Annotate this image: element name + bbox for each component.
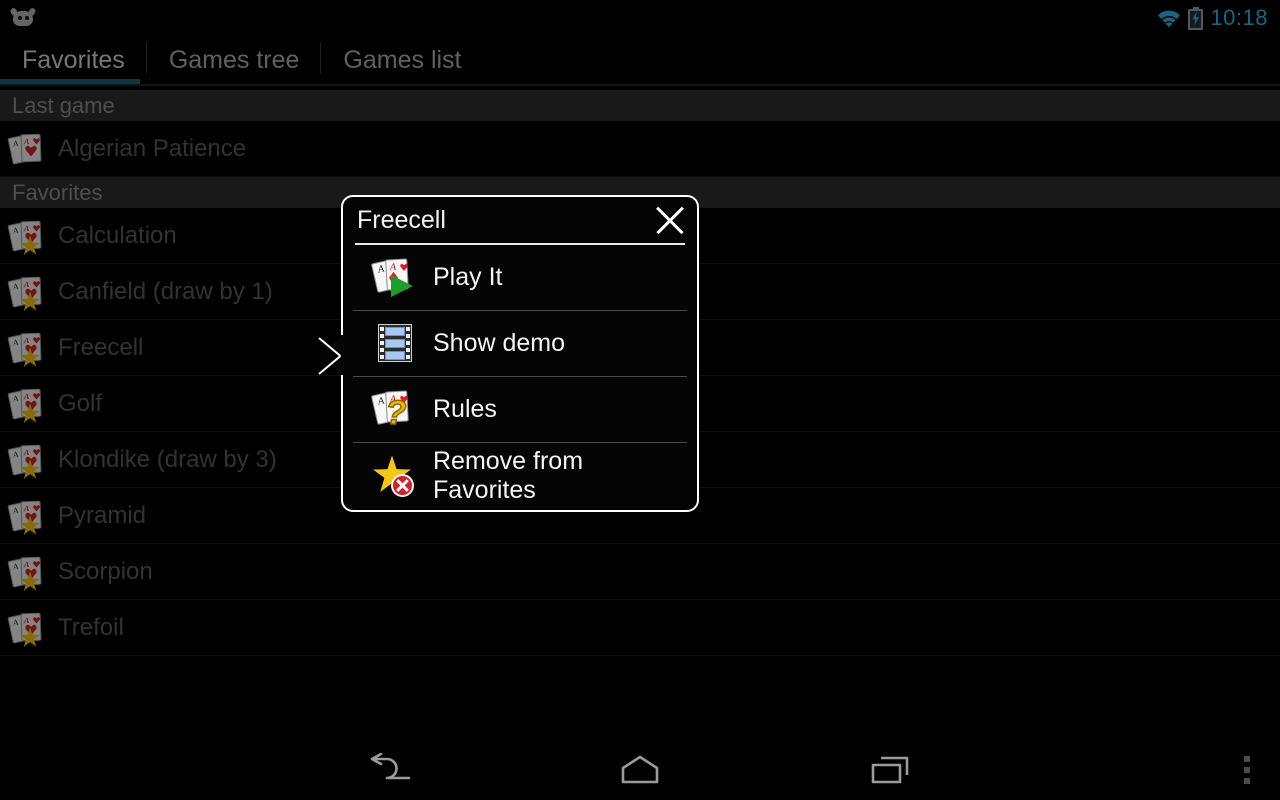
- section-header-last-game: Last game: [0, 90, 1280, 121]
- home-icon[interactable]: [580, 740, 700, 800]
- list-item-label: Scorpion: [58, 557, 153, 585]
- tab-games-tree[interactable]: Games tree: [147, 36, 322, 84]
- android-robot-icon: [9, 7, 37, 29]
- list-item-label: Algerian Patience: [58, 134, 247, 162]
- cards-play-icon: AA: [370, 253, 419, 301]
- menu-item-label: Play It: [433, 262, 503, 291]
- cards-star-icon: AA: [7, 440, 48, 480]
- tab-bar-baseline: [0, 84, 1280, 86]
- tab-games-list-label: Games list: [343, 45, 462, 74]
- battery-charging-icon: [1188, 6, 1204, 30]
- dialog-pointer: [318, 335, 343, 375]
- menu-item-label: Remove from Favorites: [433, 446, 584, 504]
- menu-item-show-demo[interactable]: Show demo: [353, 311, 687, 377]
- close-icon[interactable]: [653, 203, 687, 237]
- navigation-bar: [0, 740, 1280, 800]
- wifi-icon: [1157, 9, 1181, 28]
- list-item-label: Trefoil: [58, 613, 124, 641]
- tab-favorites-label: Favorites: [22, 45, 125, 74]
- list-item[interactable]: AA Trefoil: [0, 600, 1280, 656]
- tab-bar: Favorites Games tree Games list: [0, 36, 1280, 84]
- dialog-pointer-seam: [341, 335, 345, 375]
- list-item[interactable]: AA Algerian Patience: [0, 121, 1280, 177]
- cards-star-icon: AA: [7, 552, 48, 592]
- status-bar-clock: 10:18: [1210, 5, 1268, 30]
- list-item[interactable]: AA Scorpion: [0, 544, 1280, 600]
- list-item-label: Freecell: [58, 333, 144, 361]
- overflow-menu-icon[interactable]: [1244, 756, 1250, 784]
- menu-item-remove-from-favorites[interactable]: Remove from Favorites: [353, 443, 687, 509]
- section-header-label: Last game: [12, 92, 115, 118]
- star-remove-icon: [371, 452, 419, 500]
- cards-star-icon: AA: [7, 328, 48, 368]
- film-strip-icon: [371, 319, 419, 367]
- recents-icon[interactable]: [830, 740, 950, 800]
- game-options-dialog: Freecell AA Play It Show demo A A ? Rule…: [318, 195, 699, 512]
- tab-favorites[interactable]: Favorites: [0, 36, 147, 84]
- cards-question-icon: AA ?: [370, 385, 419, 433]
- list-item-label: Canfield (draw by 1): [58, 277, 273, 305]
- dialog-title: Freecell: [357, 205, 446, 234]
- cards-star-icon: AA: [7, 496, 48, 536]
- menu-item-rules[interactable]: AA ? Rules: [353, 377, 687, 443]
- list-item-label: Klondike (draw by 3): [58, 445, 277, 473]
- menu-item-label: Show demo: [433, 328, 566, 357]
- tab-games-list[interactable]: Games list: [321, 36, 483, 84]
- list-item-label: Pyramid: [58, 501, 147, 529]
- cards-icon: AA: [7, 129, 48, 169]
- list-item-label: Calculation: [58, 221, 177, 249]
- section-header-label: Favorites: [12, 179, 103, 205]
- status-bar: 10:18: [0, 0, 1280, 36]
- status-bar-system-icons: 10:18: [1157, 5, 1280, 30]
- list-item-label: Golf: [58, 389, 103, 417]
- android-screen: 10:18 Favorites Games tree Games list La…: [0, 0, 1280, 800]
- cards-star-icon: AA: [7, 384, 48, 424]
- menu-item-label: Rules: [433, 394, 497, 423]
- tab-games-tree-label: Games tree: [168, 45, 300, 74]
- cards-star-icon: AA: [7, 608, 48, 648]
- menu-item-play-it[interactable]: AA Play It: [353, 245, 687, 311]
- cards-star-icon: AA: [7, 272, 48, 312]
- status-bar-notifications: [0, 7, 1157, 29]
- dialog-title-bar: Freecell: [343, 197, 697, 243]
- back-icon[interactable]: [330, 740, 450, 800]
- cards-star-icon: AA: [7, 216, 48, 256]
